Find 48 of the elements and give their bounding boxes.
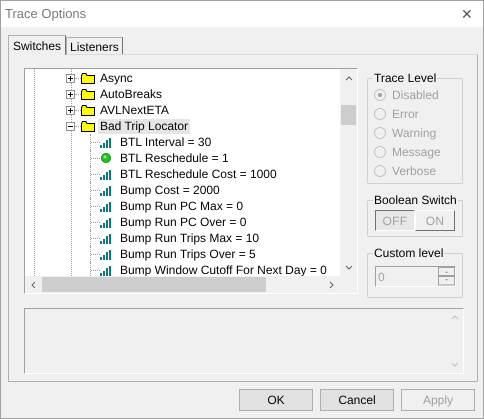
signal-bars-icon [100,232,112,244]
tree-item[interactable]: Async [98,70,135,86]
signal-bars-icon [100,136,112,148]
tree-item[interactable]: BTL Reschedule = 1 [119,150,230,166]
dialog-button[interactable]: Cancel [320,389,394,411]
tree-item[interactable]: BTL Reschedule Cost = 1000 [119,166,278,182]
signal-bars-icon [100,200,112,212]
signal-bars-icon [100,264,112,276]
tree-item[interactable]: Bad Trip Locator [98,118,190,134]
radio-label: Warning [392,125,436,142]
tree-item[interactable]: AVLNextETA [98,102,171,118]
tree-item[interactable]: BTL Interval = 30 [119,134,212,150]
dialog-button[interactable]: OK [239,389,313,411]
folder-icon [81,104,95,116]
window-title: Trace Options [5,5,86,24]
close-button[interactable]: ✕ [461,7,473,21]
vertical-scrollbar[interactable] [340,69,357,276]
radio-label: Disabled [392,87,439,104]
signal-bars-icon [100,216,112,228]
expand-icon[interactable] [66,106,75,114]
scroll-thumb[interactable] [42,277,266,292]
scroll-thumb[interactable] [341,105,356,125]
folder-icon [81,72,95,84]
tab[interactable]: Listeners [66,37,123,54]
radio-label: Message [392,144,441,161]
tree-item[interactable]: Bump Run Trips Over = 5 [119,246,257,262]
signal-bars-icon [100,184,112,196]
tree-item[interactable]: Bump Window Cutoff For Next Day = 0 [119,262,328,276]
tab[interactable]: Switches [8,35,66,55]
group-label: Custom level [373,246,444,260]
expand-icon[interactable] [66,74,75,82]
horizontal-scrollbar[interactable] [25,276,357,293]
tree-item[interactable]: Bump Run PC Max = 0 [119,198,244,214]
signal-bars-icon [100,168,112,180]
tree-item[interactable]: Bump Run Trips Max = 10 [119,230,260,246]
folder-icon [81,120,95,132]
group-label: Boolean Switch [373,193,458,207]
tree-item[interactable]: Bump Run PC Over = 0 [119,214,248,230]
collapse-icon[interactable] [66,122,75,130]
radio-label: Verbose [392,163,436,180]
group-label: Trace Level [373,71,438,85]
status-dot-icon [100,152,112,164]
tree-item[interactable]: AutoBreaks [98,86,164,102]
tree-item[interactable]: Bump Cost = 2000 [119,182,221,198]
folder-icon [81,88,95,100]
signal-bars-icon [100,248,112,260]
radio-label: Error [392,106,419,123]
expand-icon[interactable] [66,90,75,98]
